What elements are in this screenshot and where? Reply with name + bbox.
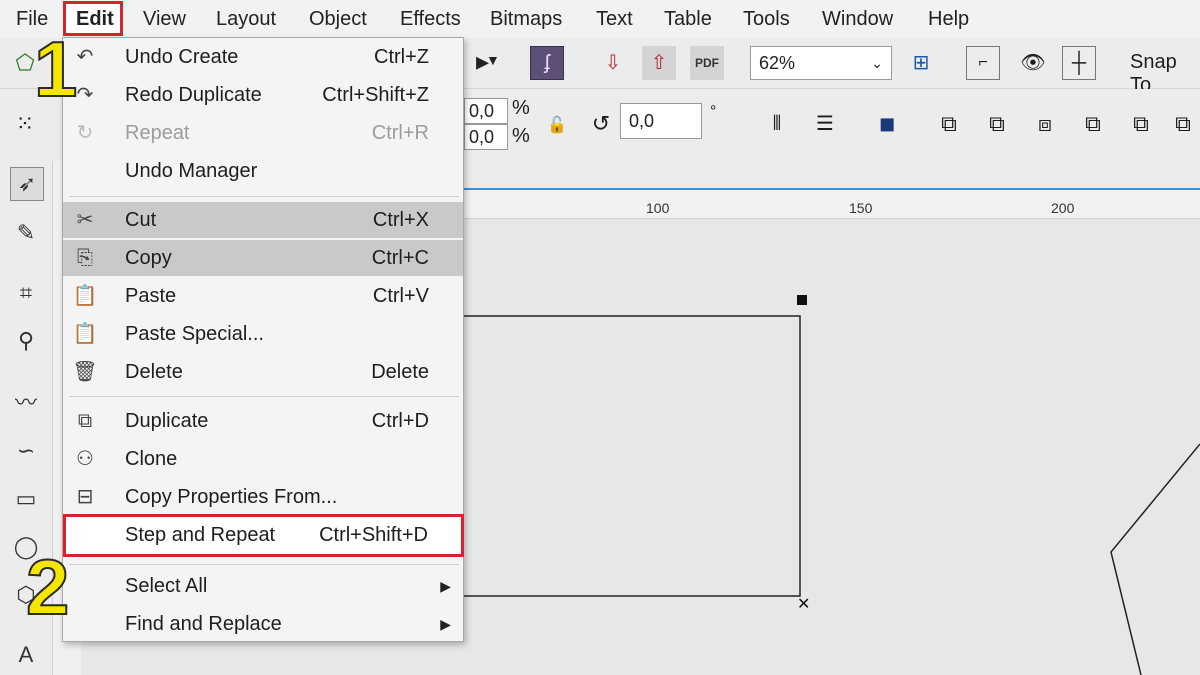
menu-separator bbox=[69, 564, 459, 565]
ruler-tick: 150 bbox=[849, 200, 873, 216]
scale-y-field[interactable]: 0,0 bbox=[464, 124, 508, 150]
scale-x-field[interactable]: 0,0 bbox=[464, 98, 508, 124]
center-marker-icon: ✕ bbox=[797, 594, 810, 613]
menu-item-undo-create[interactable]: ↶ Undo Create Ctrl+Z bbox=[63, 39, 463, 75]
menu-item-find-and-replace[interactable]: Find and Replace ▶ bbox=[63, 606, 463, 642]
export-icon[interactable]: ⇧ bbox=[642, 46, 676, 80]
menu-effects[interactable]: Effects bbox=[400, 6, 461, 32]
menu-item-step-and-repeat[interactable]: Step and Repeat Ctrl+Shift+D bbox=[63, 514, 464, 557]
menu-item-repeat: ↻ Repeat Ctrl+R bbox=[63, 115, 463, 151]
menu-item-copy[interactable]: ⎘ Copy Ctrl+C bbox=[63, 240, 463, 276]
front-minus-back-icon[interactable]: ⧉ bbox=[1124, 107, 1158, 141]
rectangle-shape bbox=[460, 315, 801, 597]
menu-item-duplicate[interactable]: ⧉ Duplicate Ctrl+D bbox=[63, 403, 463, 439]
back-minus-front-icon[interactable]: ⧉ bbox=[1166, 107, 1200, 141]
menu-item-paste[interactable]: 📋 Paste Ctrl+V bbox=[63, 278, 463, 314]
polygon-shape bbox=[1110, 443, 1200, 675]
menu-tools[interactable]: Tools bbox=[743, 6, 790, 32]
duplicate-icon: ⧉ bbox=[77, 410, 93, 432]
callout-step-2: 2 bbox=[25, 543, 70, 631]
menu-layout[interactable]: Layout bbox=[216, 6, 276, 32]
menu-table[interactable]: Table bbox=[664, 6, 712, 32]
menu-object[interactable]: Object bbox=[309, 6, 367, 32]
zoom-level-select[interactable]: 62% ⌄ bbox=[750, 46, 892, 80]
menu-item-copy-properties-from[interactable]: ⊟ Copy Properties From... bbox=[63, 479, 463, 515]
chevron-down-icon: ⌄ bbox=[871, 55, 883, 71]
pick-tool-icon[interactable]: ➶ bbox=[10, 167, 44, 201]
intersect-icon[interactable]: ⧈ bbox=[1028, 107, 1062, 141]
percent-label: % bbox=[512, 125, 530, 147]
menu-item-cut[interactable]: ✂ Cut Ctrl+X bbox=[63, 202, 463, 238]
menu-bitmaps[interactable]: Bitmaps bbox=[490, 6, 562, 32]
callout-step-1: 1 bbox=[33, 25, 78, 113]
menu-item-paste-special[interactable]: 📋 Paste Special... bbox=[63, 316, 463, 352]
step-and-repeat-shortcut: Ctrl+Shift+D bbox=[319, 524, 428, 546]
mirror-vertical-icon[interactable]: ☰ bbox=[808, 107, 842, 141]
menu-text[interactable]: Text bbox=[596, 6, 633, 32]
show-grid-icon[interactable]: ┼ bbox=[1062, 46, 1096, 80]
percent-label: % bbox=[512, 97, 530, 119]
paste-icon: 📋 bbox=[72, 285, 98, 307]
menu-separator bbox=[69, 196, 459, 197]
submenu-arrow-icon: ▶ bbox=[440, 578, 451, 594]
step-and-repeat-label: Step and Repeat bbox=[125, 524, 276, 546]
pdf-export-icon[interactable]: PDF bbox=[690, 46, 724, 80]
weld-icon[interactable]: ⧉ bbox=[932, 107, 966, 141]
trim-icon[interactable]: ⧉ bbox=[980, 107, 1014, 141]
repeat-icon: ↻ bbox=[76, 122, 94, 144]
freehand-tool-icon[interactable]: 〰 bbox=[10, 387, 42, 419]
submenu-arrow-icon: ▶ bbox=[440, 616, 451, 632]
crop-tool-icon[interactable]: ⌗ bbox=[10, 277, 42, 309]
full-screen-preview-icon[interactable]: ⌐ bbox=[966, 46, 1000, 80]
group-icon[interactable]: ◼ bbox=[870, 107, 904, 141]
ruler-tick: 200 bbox=[1051, 200, 1075, 216]
text-tool-icon[interactable]: A bbox=[10, 639, 42, 671]
ruler-tick: 100 bbox=[646, 200, 670, 216]
selection-handle bbox=[797, 295, 807, 305]
copy-properties-icon: ⊟ bbox=[76, 486, 94, 508]
artistic-media-icon[interactable]: ∽ bbox=[10, 435, 42, 467]
zoom-fit-icon[interactable]: ⊞ bbox=[904, 46, 938, 80]
zoom-tool-icon[interactable]: ⚲ bbox=[10, 325, 42, 357]
import-icon[interactable]: ⇩ bbox=[596, 46, 630, 80]
copy-icon: ⎘ bbox=[77, 247, 93, 269]
menu-item-select-all[interactable]: Select All ▶ bbox=[63, 568, 463, 604]
rotate-icon[interactable]: ↺ bbox=[584, 107, 618, 141]
menu-bar: File Edit View Layout Object Effects Bit… bbox=[0, 0, 1200, 38]
mirror-horizontal-icon[interactable]: ⫴ bbox=[760, 107, 794, 141]
menu-help[interactable]: Help bbox=[928, 6, 969, 32]
menu-item-clone[interactable]: ⚇ Clone bbox=[63, 441, 463, 477]
publish-icon[interactable]: ʄ bbox=[530, 46, 564, 80]
menu-item-delete[interactable]: 🗑 Delete Delete bbox=[63, 354, 463, 390]
show-rulers-icon[interactable]: 👁 bbox=[1016, 46, 1050, 80]
chevron-down-icon[interactable]: ▼ bbox=[486, 52, 520, 86]
degree-label: ° bbox=[710, 103, 717, 120]
rectangle-tool-icon[interactable]: ▭ bbox=[10, 483, 42, 515]
menu-item-undo-manager[interactable]: Undo Manager bbox=[63, 153, 463, 189]
edit-menu-lower: Select All ▶ Find and Replace ▶ bbox=[62, 558, 464, 642]
menu-separator bbox=[69, 396, 459, 397]
lock-ratio-icon[interactable]: 🔓 bbox=[540, 109, 574, 143]
menu-item-redo-duplicate[interactable]: ↷ Redo Duplicate Ctrl+Shift+Z bbox=[63, 77, 463, 113]
paste-special-icon: 📋 bbox=[72, 323, 98, 345]
scissors-icon: ✂ bbox=[76, 209, 94, 231]
clone-icon: ⚇ bbox=[76, 448, 94, 470]
zoom-value: 62% bbox=[759, 53, 796, 73]
simplify-icon[interactable]: ⧉ bbox=[1076, 107, 1110, 141]
rotation-angle-field[interactable]: 0,0 bbox=[620, 103, 702, 139]
trash-icon: 🗑 bbox=[72, 361, 98, 383]
menu-window[interactable]: Window bbox=[822, 6, 893, 32]
shape-tool-icon[interactable]: ✎ bbox=[10, 217, 42, 249]
menu-edit[interactable]: Edit bbox=[76, 6, 114, 32]
menu-view[interactable]: View bbox=[143, 6, 186, 32]
